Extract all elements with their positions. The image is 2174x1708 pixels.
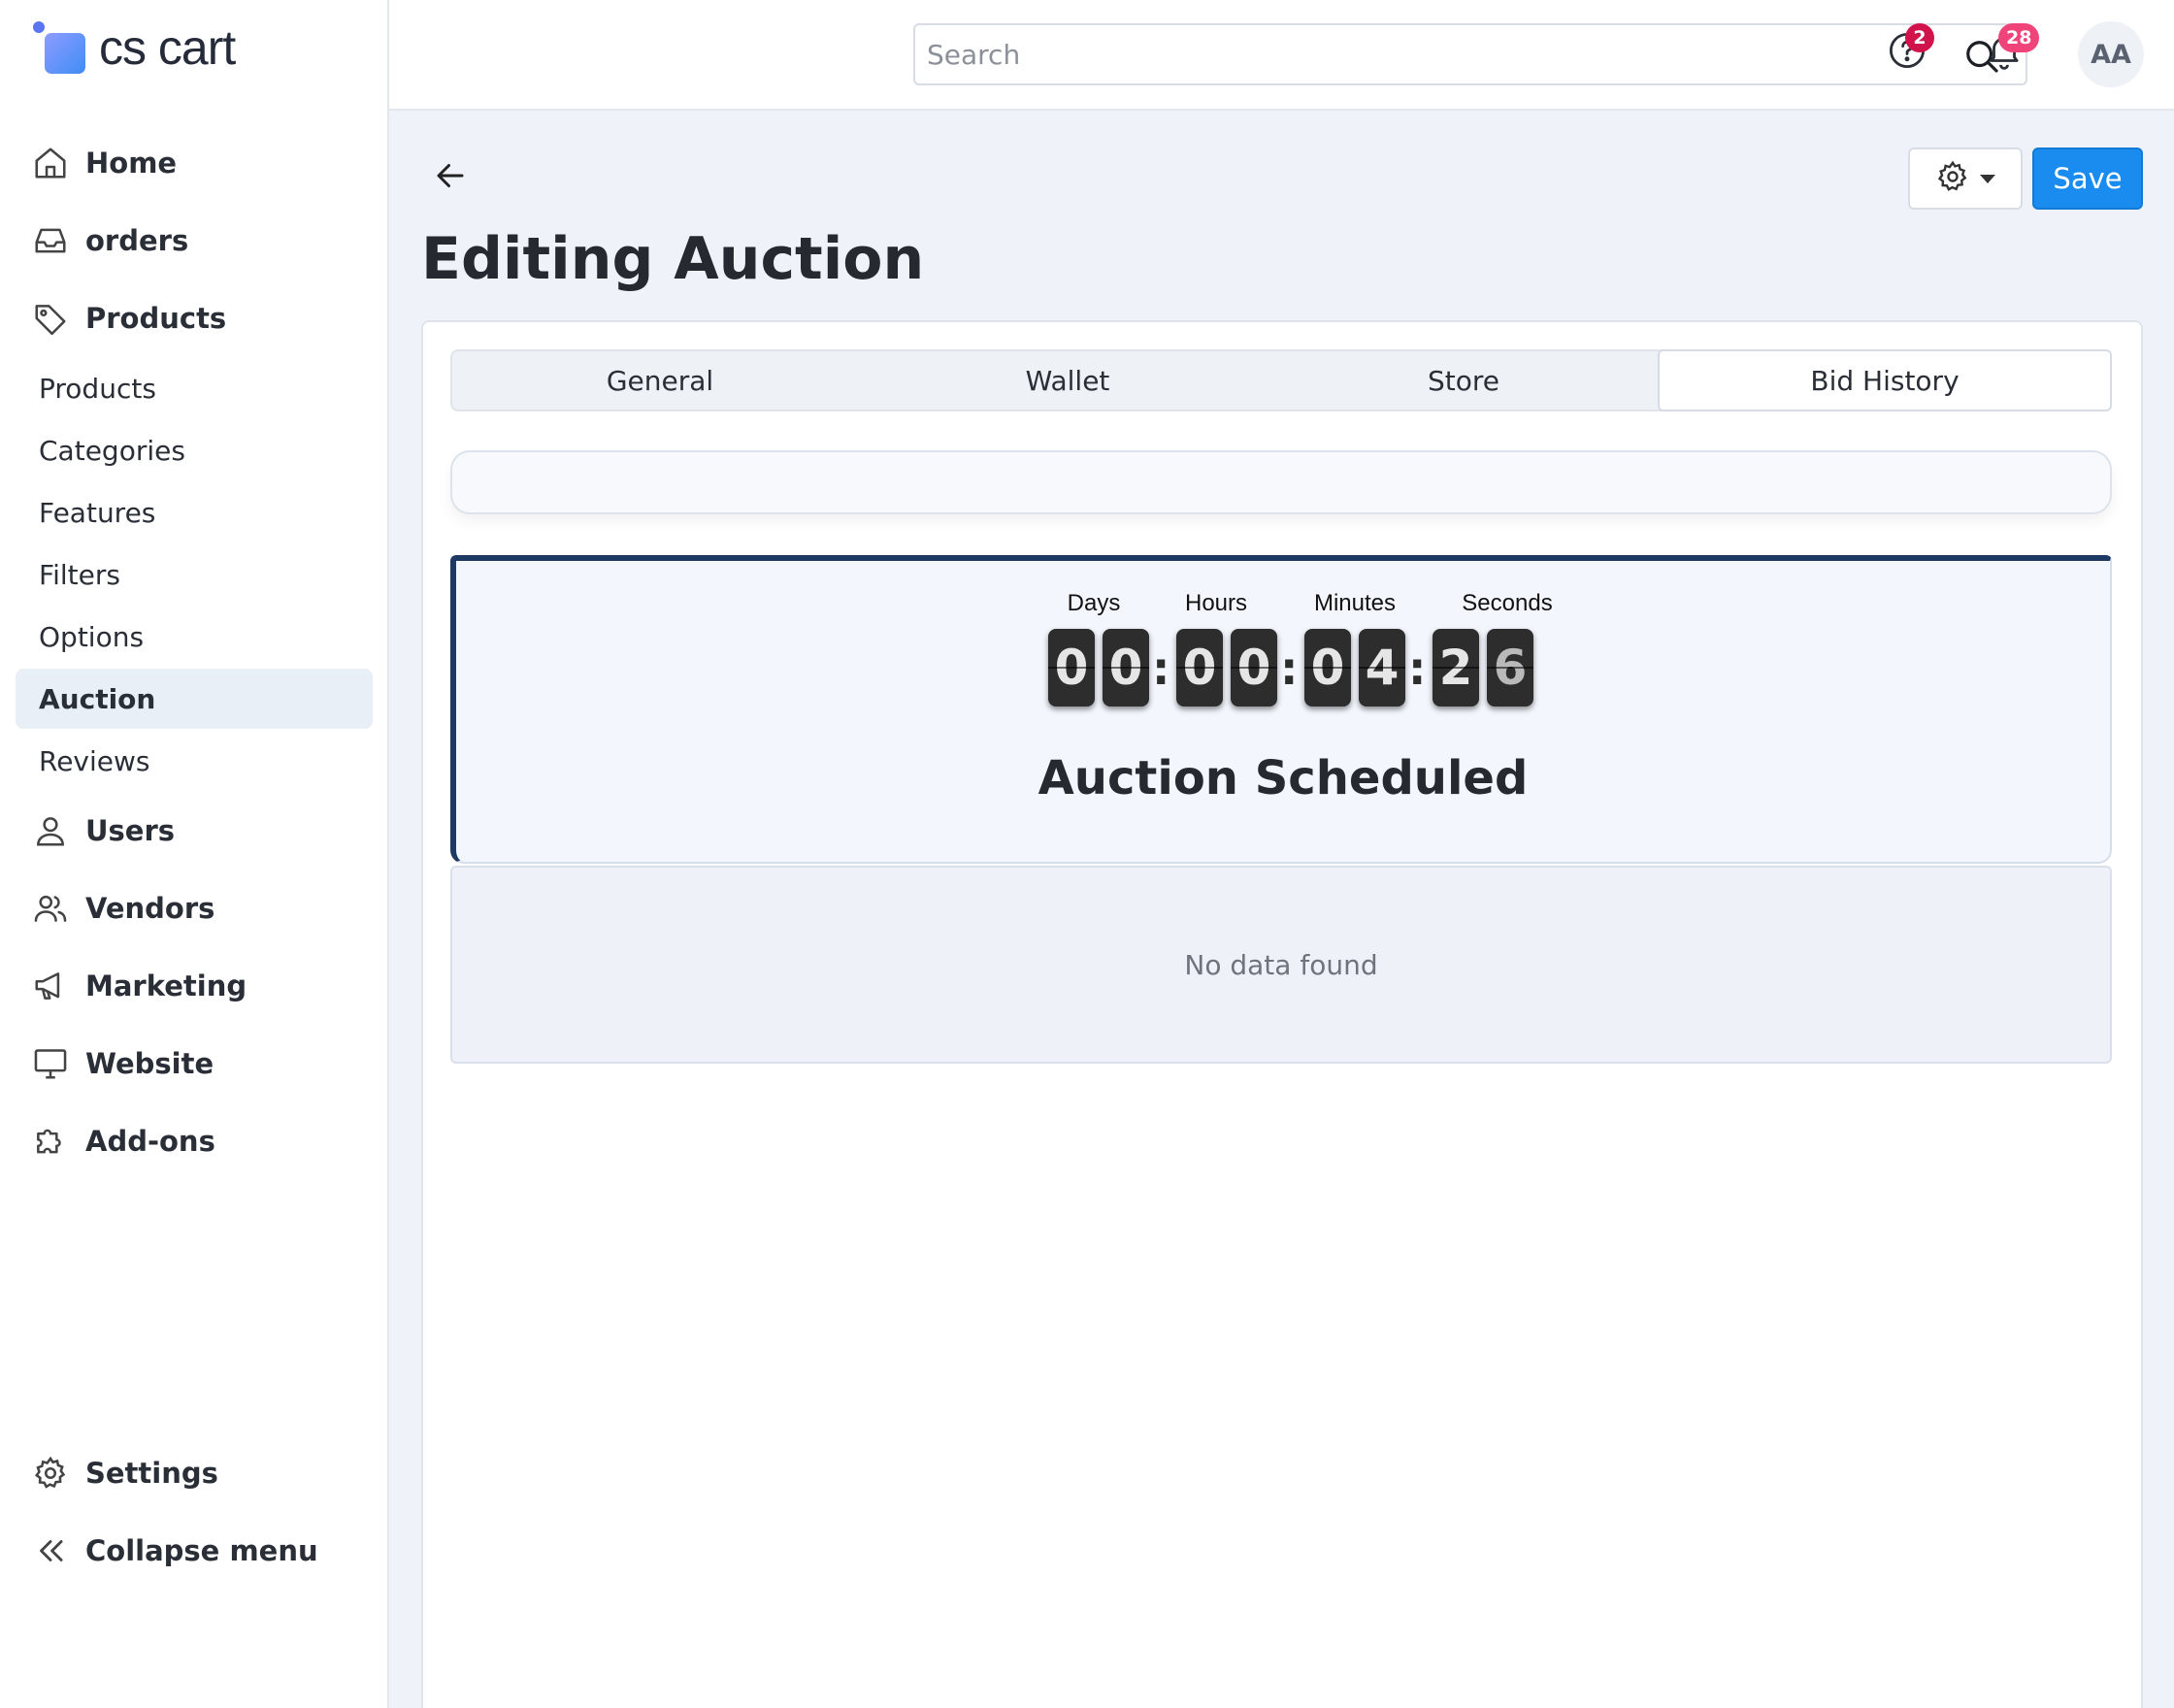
top-header: 2 28 AA — [389, 0, 2174, 111]
home-icon — [31, 144, 70, 182]
caret-down-icon — [1980, 170, 1995, 188]
sidebar-item-label: Home — [85, 147, 178, 180]
tab-general[interactable]: General — [452, 349, 868, 411]
sidebar-item-label: Add-ons — [85, 1125, 215, 1158]
notifications-button[interactable]: 28 — [1979, 23, 2040, 78]
gear-icon — [1935, 159, 1970, 198]
search-input[interactable] — [915, 25, 1886, 83]
days-digit: 0 — [1048, 629, 1095, 706]
gear-icon — [31, 1454, 70, 1493]
sidebar-item-addons[interactable]: Add-ons — [31, 1112, 215, 1170]
days-digit: 0 — [1103, 629, 1149, 706]
sidebar-subitem-label: Filters — [39, 558, 120, 591]
sidebar-item-label: Users — [85, 814, 176, 847]
user-icon — [31, 811, 70, 850]
bid-history-empty: No data found — [450, 866, 2112, 1064]
minutes-digit: 0 — [1304, 629, 1351, 706]
sidebar-item-label: Settings — [85, 1457, 218, 1490]
seconds-digit: 6 — [1487, 629, 1533, 706]
collapse-menu-button[interactable]: Collapse menu — [31, 1522, 318, 1580]
hours-digit: 0 — [1176, 629, 1223, 706]
users-icon — [31, 889, 70, 928]
tag-icon — [31, 299, 70, 338]
sidebar-item-vendors[interactable]: Vendors — [31, 879, 214, 937]
notifications-badge: 28 — [1998, 23, 2040, 52]
inbox-icon — [31, 221, 70, 260]
hours-digit: 0 — [1231, 629, 1277, 706]
monitor-icon — [31, 1044, 70, 1083]
logo-text: cs cart — [99, 20, 236, 75]
auction-status: Auction Scheduled — [1038, 751, 1529, 805]
settings-dropdown-button[interactable] — [1908, 148, 2023, 210]
back-button[interactable] — [431, 158, 470, 197]
sidebar-item-marketing[interactable]: Marketing — [31, 957, 247, 1015]
tab-bid-history[interactable]: Bid History — [1658, 349, 2112, 411]
sidebar-item-website[interactable]: Website — [31, 1035, 214, 1093]
sidebar-item-settings[interactable]: Settings — [31, 1444, 218, 1502]
sidebar-subitem-label: Categories — [39, 434, 185, 467]
seconds-label: Seconds — [1462, 590, 1553, 616]
sidebar-item-label: Marketing — [85, 969, 247, 1002]
avatar[interactable]: AA — [2078, 21, 2144, 87]
sidebar-subitem-options[interactable]: Options — [16, 607, 373, 667]
sidebar-subitem-features[interactable]: Features — [16, 482, 373, 542]
time-separator: : — [1280, 642, 1299, 695]
empty-message: No data found — [1184, 948, 1378, 981]
seconds-digit: 2 — [1433, 629, 1479, 706]
sidebar-item-products[interactable]: Products — [31, 289, 226, 347]
tab-bar: General Wallet Store Bid History — [450, 349, 2112, 411]
help-button[interactable]: 2 — [1882, 23, 1934, 78]
sidebar-subitem-label: Products — [39, 372, 156, 405]
sidebar-subitem-reviews[interactable]: Reviews — [16, 731, 373, 791]
sidebar-item-label: Website — [85, 1047, 214, 1080]
sidebar-item-home[interactable]: Home — [31, 134, 177, 192]
logo-mark-icon — [33, 21, 85, 74]
tab-store[interactable]: Store — [1268, 349, 1660, 411]
logo[interactable]: cs cart — [33, 20, 236, 75]
countdown-panel: Days Hours Minutes Seconds 0 0 : 0 0 : 0… — [450, 555, 2112, 864]
sidebar-subitem-filters[interactable]: Filters — [16, 544, 373, 605]
double-chevron-left-icon — [31, 1531, 70, 1570]
sidebar-subitem-label: Options — [39, 620, 145, 653]
tab-wallet[interactable]: Wallet — [868, 349, 1268, 411]
sidebar: cs cart Home orders Products Products Ca… — [0, 0, 389, 1708]
sidebar-subitem-products[interactable]: Products — [16, 358, 373, 418]
puzzle-icon — [31, 1122, 70, 1161]
sidebar-item-label: Collapse menu — [85, 1534, 318, 1567]
time-separator: : — [1408, 642, 1427, 695]
save-button[interactable]: Save — [2032, 148, 2143, 210]
sidebar-item-label: Vendors — [85, 892, 215, 925]
sidebar-subitem-auction[interactable]: Auction — [16, 669, 373, 729]
hours-label: Hours — [1184, 590, 1248, 616]
minutes-label: Minutes — [1313, 590, 1397, 616]
page-title: Editing Auction — [421, 225, 925, 293]
help-badge: 2 — [1905, 23, 1934, 52]
time-separator: : — [1152, 642, 1170, 695]
megaphone-icon — [31, 967, 70, 1005]
sidebar-subitem-label: Auction — [39, 682, 156, 715]
sidebar-item-label: Products — [85, 302, 227, 335]
sidebar-subitem-categories[interactable]: Categories — [16, 420, 373, 480]
sidebar-item-label: orders — [85, 224, 189, 257]
sidebar-item-orders[interactable]: orders — [31, 212, 188, 270]
sidebar-subitem-label: Reviews — [39, 744, 150, 777]
minutes-digit: 4 — [1359, 629, 1405, 706]
filter-bar[interactable] — [450, 450, 2112, 514]
days-label: Days — [1067, 590, 1121, 616]
sidebar-subitem-label: Features — [39, 496, 156, 529]
arrow-left-icon — [433, 158, 468, 197]
sidebar-item-users[interactable]: Users — [31, 802, 175, 860]
search-box — [913, 23, 2027, 85]
